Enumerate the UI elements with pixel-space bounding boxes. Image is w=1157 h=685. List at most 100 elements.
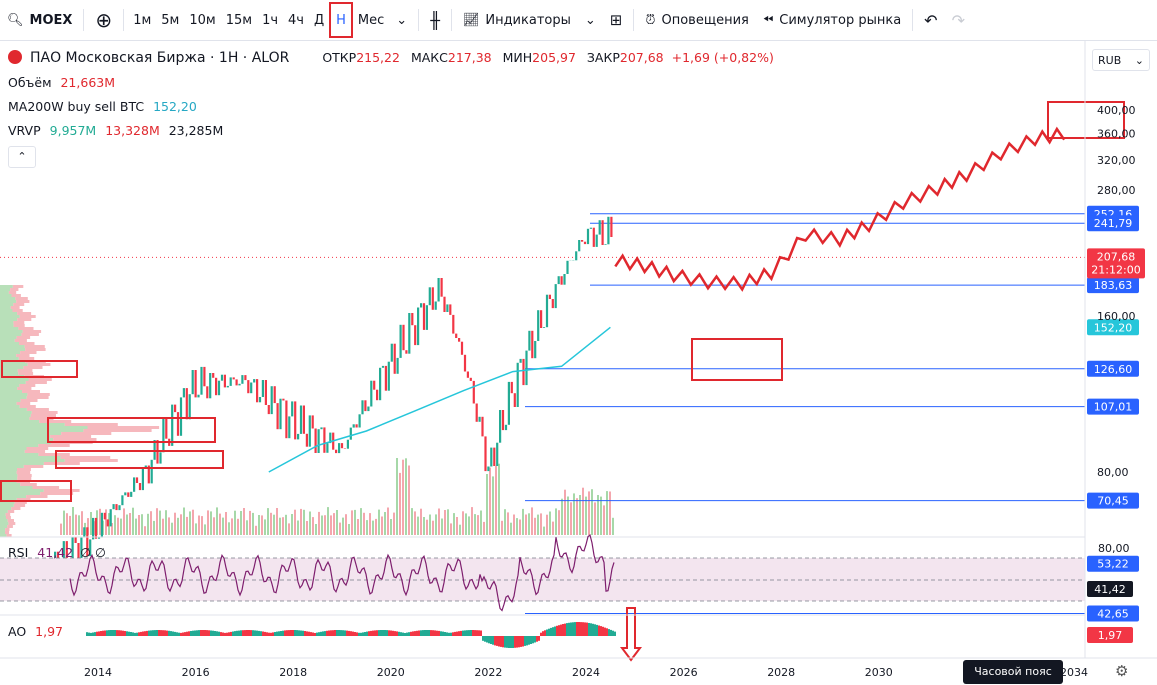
volume-bar [60, 523, 62, 535]
ao-bar [420, 630, 422, 636]
interval-15m[interactable]: 15м [221, 0, 257, 40]
vp-bar-up [0, 327, 19, 330]
symbol-search[interactable]: 🔍︎ MOEX [0, 0, 79, 40]
ao-legend[interactable]: AO 1,97 [8, 624, 63, 639]
ao-bar [578, 622, 580, 636]
collapse-legend-button[interactable]: ⌃ [8, 146, 36, 168]
x-tick-label: 2024 [572, 666, 600, 679]
chart-type-button[interactable]: ╫ [423, 0, 447, 40]
ao-bar [198, 630, 200, 636]
projection-line [614, 126, 1066, 292]
ao-bar [230, 631, 232, 636]
ao-bar [510, 636, 512, 648]
open-value: 215,22 [356, 50, 400, 65]
vp-bar-up [0, 324, 14, 327]
vp-bar-down [17, 474, 32, 477]
ao-bar [560, 624, 562, 636]
volume-bar [240, 511, 242, 535]
interval-5m[interactable]: 5м [156, 0, 184, 40]
ao-bar [150, 630, 152, 636]
interval-month[interactable]: Мес [353, 0, 389, 40]
ao-bar [456, 631, 458, 636]
ao-bar [184, 632, 186, 636]
vp-bar-up [0, 384, 20, 387]
compare-button[interactable]: ⊕ [88, 0, 119, 40]
volume-bar [333, 513, 335, 535]
interval-dropdown[interactable]: ⌄ [389, 0, 414, 40]
volume-bar [516, 518, 518, 535]
vp-bar-down [38, 444, 70, 447]
vp-bar-up [0, 474, 18, 477]
volume-bar [132, 507, 134, 535]
rsi-legend[interactable]: RSI 41,42 ∅ ∅ [8, 545, 106, 560]
interval-day[interactable]: Д [309, 0, 329, 40]
volume-bar [309, 511, 311, 535]
currency-select[interactable]: RUB ⌄ [1092, 49, 1150, 71]
vp-bar-up [0, 405, 20, 408]
vrvp-label: VRVP [8, 123, 41, 138]
interval-4h[interactable]: 4ч [283, 0, 309, 40]
vp-bar-down [18, 372, 34, 375]
vrvp-down-value: 13,328M [105, 123, 160, 138]
interval-1m[interactable]: 1м [128, 0, 156, 40]
volume-bar [288, 523, 290, 535]
ao-bar [296, 630, 298, 636]
vp-bar-up [0, 417, 30, 420]
ao-bar [518, 636, 520, 648]
candles-icon: ╫ [430, 10, 440, 30]
vp-bar-up [0, 312, 18, 315]
volume-bar [552, 521, 554, 535]
vp-bar-up [0, 438, 54, 441]
ao-bar [524, 636, 526, 646]
vp-bar-up [0, 378, 29, 381]
indicators-button[interactable]: 📈︎ Индикаторы ⌄ [456, 0, 603, 40]
vp-bar-up [0, 366, 24, 369]
x-tick-label: 2018 [279, 666, 307, 679]
ao-bar [274, 632, 276, 636]
ao-bar [234, 631, 236, 636]
volume-bar [222, 517, 224, 535]
simulator-button[interactable]: ⏪︎ Симулятор рынка [756, 0, 908, 40]
volume-profile [0, 285, 160, 537]
ao-bar [494, 636, 496, 646]
redo-button[interactable]: ↷ [945, 0, 972, 40]
ao-bar [318, 632, 320, 636]
vp-bar-up [0, 429, 84, 432]
ao-bar [270, 632, 272, 636]
alerts-button[interactable]: ⏰︎ Оповещения [638, 0, 756, 40]
vp-bar-down [40, 492, 74, 495]
volume-bar [339, 522, 341, 535]
ao-bar [474, 630, 476, 636]
ao-bar [498, 636, 500, 647]
volume-bar [393, 512, 395, 535]
vp-bar-down [17, 369, 33, 372]
interval-10m[interactable]: 10м [184, 0, 220, 40]
volume-bar [120, 518, 122, 535]
volume-bar [468, 516, 470, 535]
projection-series [614, 126, 1066, 292]
ao-label: AO [8, 624, 27, 639]
ao-bar [528, 636, 530, 645]
ma-legend[interactable]: MA200W buy sell BTC 152,20 [8, 99, 197, 114]
undo-button[interactable]: ↶ [917, 0, 944, 40]
ao-bar [102, 630, 104, 636]
ao-bar [512, 636, 514, 648]
templates-button[interactable]: ⊞ [603, 0, 630, 40]
vp-bar-down [43, 489, 80, 492]
volume-legend[interactable]: Объём 21,663M [8, 75, 115, 90]
volume-bar [144, 526, 146, 535]
ao-bar [132, 632, 134, 636]
ao-bar [86, 632, 88, 636]
interval-1h[interactable]: 1ч [257, 0, 283, 40]
vrvp-legend[interactable]: VRVP 9,957M 13,328M 23,285M [8, 123, 223, 138]
interval-week[interactable]: Н [329, 2, 353, 38]
annotation-box [691, 338, 783, 381]
ao-bar [114, 630, 116, 636]
volume-bar [348, 524, 350, 535]
volume-bar [189, 511, 191, 535]
vp-bar-down [7, 519, 14, 522]
ao-bar [294, 630, 296, 636]
vp-bar-down [38, 453, 70, 456]
vp-bar-up [0, 315, 20, 318]
settings-gear-icon[interactable]: ⚙︎ [1115, 662, 1128, 680]
